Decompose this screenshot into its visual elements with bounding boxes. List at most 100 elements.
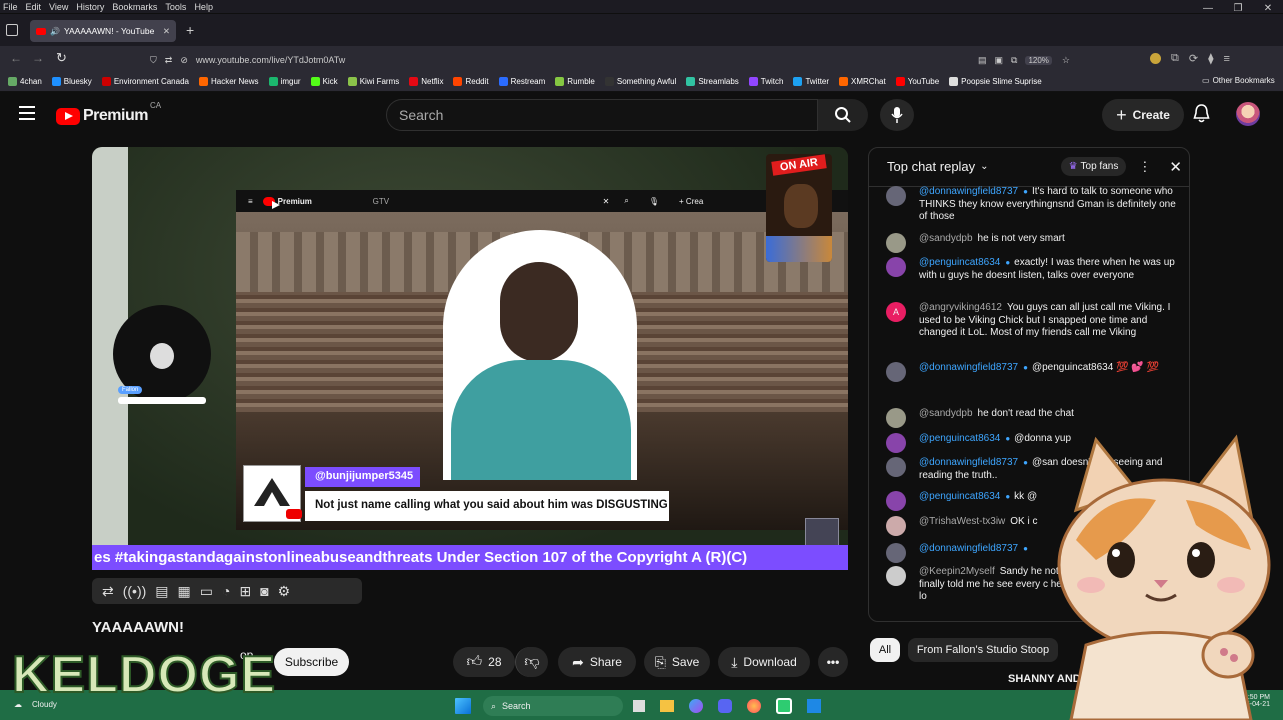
save-button[interactable]: ⎘ Save (644, 647, 710, 677)
shield-icon[interactable]: ⛉ (150, 55, 157, 66)
bookmark-item[interactable]: Rumble (555, 77, 595, 86)
like-button[interactable]: 👍︎ 28 (453, 647, 515, 677)
dislike-button[interactable]: 👎︎ (515, 647, 548, 677)
settings-gear-icon[interactable]: ⚙ (278, 583, 291, 600)
menu-edit[interactable]: Edit (26, 1, 42, 13)
minimize-button[interactable]: — (1193, 3, 1223, 14)
broadcast-icon[interactable]: ((•)) (123, 583, 147, 599)
bookmark-item[interactable]: Hacker News (198, 77, 259, 86)
zoom-level[interactable]: 120% (1025, 55, 1052, 65)
bookmark-item[interactable]: XMRChat (839, 77, 886, 86)
bookmark-item[interactable]: Twitch (748, 77, 783, 86)
bookmark-item[interactable]: Something Awful (604, 77, 676, 86)
bookmark-item[interactable]: imgur (268, 77, 301, 86)
chat-author[interactable]: @sandydpb (919, 233, 973, 244)
sync-icon[interactable]: ⟳ (1189, 52, 1198, 65)
chat-author[interactable]: @penguincat8634 (919, 257, 1000, 268)
chat-author[interactable]: @penguincat8634 (919, 491, 1000, 502)
address-bar[interactable]: ⛉ ⇄ ⊘ www.youtube.com/live/YTdJotm0ATw ▤… (150, 50, 1070, 70)
chat-avatar[interactable] (886, 516, 906, 536)
pocket-icon[interactable]: ⧫ (1208, 52, 1213, 65)
more-actions-button[interactable]: ••• (818, 647, 848, 677)
menu-bookmarks[interactable]: Bookmarks (112, 1, 157, 13)
chip-all[interactable]: All (870, 638, 900, 662)
screenshot-camera-icon[interactable]: ◙ (260, 583, 268, 599)
close-chat-icon[interactable]: ✕ (1169, 158, 1182, 176)
chat-author[interactable]: @sandydpb (919, 408, 973, 419)
other-bookmarks[interactable]: ▭ Other Bookmarks (1202, 76, 1275, 85)
bookmark-item[interactable]: Restream (498, 77, 545, 86)
menu-view[interactable]: View (49, 1, 68, 13)
bookmark-item[interactable]: Bluesky (51, 77, 92, 86)
app-menu-icon[interactable]: ≡ (1224, 53, 1230, 65)
speed-icon[interactable]: ◔ (222, 583, 230, 599)
voice-search-button[interactable] (880, 99, 914, 131)
bookmark-item[interactable]: Netflix (409, 77, 443, 86)
chat-avatar[interactable] (886, 257, 906, 277)
maximize-button[interactable]: ❐ (1223, 3, 1253, 14)
bookmark-item[interactable]: YouTube (895, 77, 939, 86)
close-tab-icon[interactable]: ✕ (163, 26, 170, 37)
firefox-icon[interactable] (747, 699, 761, 713)
windows-start-icon[interactable] (455, 698, 471, 714)
clapper-icon[interactable]: ▦ (178, 583, 191, 600)
taskbar-search[interactable]: ⌕ Search (483, 696, 623, 716)
pip-icon[interactable]: ▣ (995, 55, 1004, 66)
chat-author[interactable]: @Keepin2Myself (919, 566, 995, 577)
chat-avatar[interactable] (886, 566, 906, 586)
app-blue-icon[interactable] (807, 699, 821, 713)
search-button[interactable] (818, 99, 868, 131)
add-icon[interactable]: ⊞ (239, 583, 251, 600)
app-green-icon[interactable] (776, 698, 792, 714)
chat-author[interactable]: @donnawingfield8737 (919, 362, 1018, 373)
share-button[interactable]: ➦ Share (558, 647, 636, 677)
extensions-puzzle-icon[interactable]: ⧉ (1171, 52, 1179, 65)
chat-author[interactable]: @penguincat8634 (919, 433, 1000, 444)
bookmark-item[interactable]: Poopsie Slime Suprise (949, 77, 1042, 86)
bookmark-item[interactable]: Environment Canada (101, 77, 189, 86)
extension-icon[interactable] (1150, 53, 1161, 64)
copilot-icon[interactable] (689, 699, 703, 713)
reload-icon[interactable]: ↻ (56, 50, 67, 66)
top-fans-button[interactable]: ♛ Top fans (1060, 157, 1127, 176)
menu-history[interactable]: History (76, 1, 104, 13)
menu-tools[interactable]: Tools (165, 1, 186, 13)
menu-file[interactable]: File (3, 1, 18, 13)
menu-help[interactable]: Help (194, 1, 213, 13)
chat-mode-label[interactable]: Top chat replay (887, 159, 975, 174)
new-tab-button[interactable]: + (186, 22, 194, 38)
chat-author[interactable]: @donnawingfield8737 (919, 543, 1018, 554)
more-vertical-icon[interactable]: ⋮ (1138, 159, 1151, 175)
chat-author[interactable]: @TrishaWest-tx3iw (919, 516, 1005, 527)
reader-view-icon[interactable]: ▤ (978, 55, 987, 66)
chat-author[interactable]: @donnawingfield8737 (919, 186, 1018, 197)
bookmark-star-icon[interactable]: ☆ (1062, 55, 1070, 66)
youtube-logo[interactable]: Premium CA (56, 101, 161, 125)
bookmark-item[interactable]: Kick (310, 77, 338, 86)
close-window-button[interactable]: ✕ (1253, 3, 1283, 14)
tab-overview-icon[interactable] (6, 24, 18, 36)
task-view-icon[interactable] (633, 700, 645, 712)
chat-avatar[interactable] (886, 362, 906, 382)
notifications-bell-icon[interactable] (1193, 104, 1210, 128)
back-icon[interactable]: ← (10, 51, 22, 65)
search-input[interactable]: Search (386, 99, 818, 131)
chat-avatar[interactable]: A (886, 302, 906, 322)
create-button[interactable]: + Create (1102, 99, 1184, 131)
tracking-icon[interactable]: ⊘ (180, 55, 188, 66)
loop-icon[interactable]: ⇄ (102, 583, 114, 600)
chat-avatar[interactable] (886, 186, 906, 206)
chevron-down-icon[interactable]: ⌄ (980, 161, 988, 172)
bookmark-item[interactable]: Twitter (793, 77, 829, 86)
file-explorer-icon[interactable] (660, 700, 674, 712)
download-button[interactable]: ⤓ Download (718, 647, 810, 677)
bookmark-item[interactable]: 4chan (8, 77, 42, 86)
chat-author[interactable]: @donnawingfield8737 (919, 457, 1018, 468)
chat-avatar[interactable] (886, 491, 906, 511)
url-text[interactable]: www.youtube.com/live/YTdJotm0ATw (196, 55, 978, 65)
discord-icon[interactable] (718, 699, 732, 713)
bookmark-item[interactable]: Streamlabs (686, 77, 739, 86)
permissions-icon[interactable]: ⇄ (165, 55, 173, 66)
hamburger-menu-icon[interactable] (19, 106, 35, 120)
chat-avatar[interactable] (886, 457, 906, 477)
